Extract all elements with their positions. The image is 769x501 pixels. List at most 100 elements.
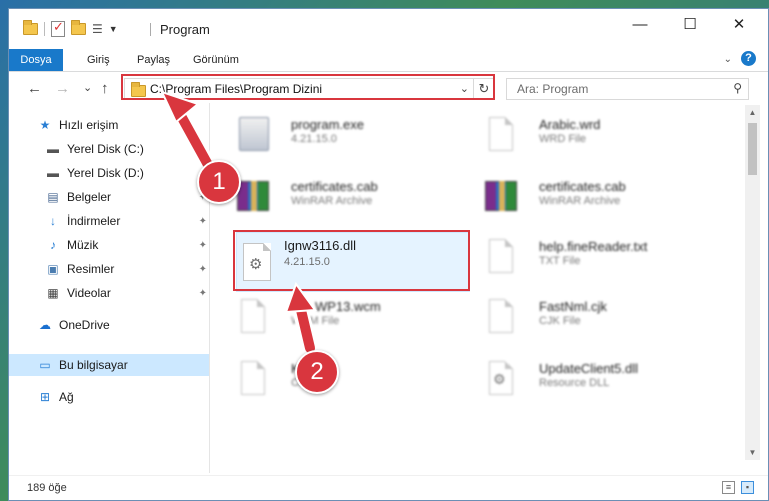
expand-ribbon-chevron-icon[interactable]: ⌄ [724,54,732,65]
file-name: Ignw3116.dll [284,238,357,253]
maximize-button[interactable]: ☐ [667,9,713,39]
network-icon: ⊞ [39,390,51,404]
sidebar-item-disk-c[interactable]: ▬ Yerel Disk (C:) ✦ [9,138,209,160]
pin-icon: ✦ [198,215,207,227]
pin-icon: ✦ [198,239,207,251]
properties-check-icon[interactable] [51,19,65,37]
sidebar-item-label: Resimler [67,262,115,276]
help-icon[interactable]: ? [741,51,756,66]
recent-locations-chevron-icon[interactable]: ⌄ [83,81,92,94]
sidebar-item-label: Yerel Disk (D:) [67,166,144,180]
pictures-icon: ▣ [47,262,59,276]
file-name: program.exe [291,117,364,132]
tab-paylas[interactable]: Paylaş [137,49,170,71]
refresh-button[interactable]: ↻ [474,78,495,100]
document-file-icon [485,115,519,155]
drive-icon: ▬ [47,166,59,180]
file-item[interactable]: program.exe 4.21.15.0 [219,109,459,163]
sidebar-item-network[interactable]: ⊞ Ağ [9,386,209,408]
file-item[interactable]: ⚙ UpdateClient5.dll Resource DLL [467,353,707,407]
file-name: certificates.cab [539,179,626,194]
ribbon-tabs: Dosya Giriş Paylaş Görünüm ⌄ ? [9,49,768,71]
sidebar-item-label: Belgeler [67,190,112,204]
file-item[interactable]: certificates.cab WinRAR Archive [467,171,707,225]
folder-icon[interactable] [23,20,38,35]
sidebar-item-label: Bu bilgisayar [59,358,128,372]
sidebar-item-documents[interactable]: ▤ Belgeler ✦ [9,186,209,208]
document-file-icon [237,359,271,399]
sidebar-item-onedrive[interactable]: ☁ OneDrive [9,314,209,336]
document-file-icon [237,297,271,337]
file-meta: WinRAR Archive [539,195,621,207]
tab-dosya[interactable]: Dosya [9,49,63,71]
minimize-button[interactable]: — [617,9,663,39]
new-folder-icon[interactable] [71,20,86,35]
file-item[interactable]: Ko CK [219,353,459,407]
documents-icon: ▤ [47,190,59,204]
tiles-view-icon[interactable]: ▪ [741,481,754,494]
computer-icon: ▭ [39,358,51,372]
title-separator [150,23,151,36]
file-meta: WCM File [291,315,340,327]
scroll-down-icon[interactable]: ▼ [745,445,760,460]
title-bar: ☰ ▼ Program — ☐ ✕ [9,9,768,47]
star-icon: ★ [39,118,51,132]
tab-gorunum[interactable]: Görünüm [193,49,239,71]
navigation-bar: ← → ⌄ ↑ C:\Program Files\Program Dizini … [9,75,768,103]
file-item[interactable]: Arabic.wrd WRD File [467,109,707,163]
sidebar-item-quick-access[interactable]: ★ Hızlı erişim [9,114,209,136]
customize-toolbar-chevron-icon[interactable]: ▼ [109,24,118,34]
pane-divider [209,103,210,473]
file-meta: 4.21.15.0 [284,256,330,268]
address-path[interactable]: C:\Program Files\Program Dizini [150,82,322,96]
tab-giris[interactable]: Giriş [87,49,110,71]
toolbar-separator [44,22,45,36]
dll-file-icon: ⚙ [485,359,519,399]
up-button[interactable]: ↑ [101,80,109,97]
sidebar-item-music[interactable]: ♪ Müzik ✦ [9,234,209,256]
file-item[interactable]: FastNml.cjk CJK File [467,291,707,345]
view-switcher: ≡ ▪ [722,481,754,494]
file-meta: CJK File [539,315,581,327]
quick-access-toolbar: ☰ ▼ [23,19,118,37]
scroll-thumb[interactable] [748,123,757,175]
gear-icon: ⚙ [249,256,263,273]
window-title: Program [160,22,210,37]
sidebar-item-label: Müzik [67,238,99,252]
status-bar: 189 öğe ≡ ▪ [9,475,768,500]
sidebar-item-videos[interactable]: ▦ Videolar ✦ [9,282,209,304]
file-item[interactable]: help.fineReader.txt TXT File [467,231,707,285]
forward-button[interactable]: → [55,80,70,97]
address-dropdown-chevron-icon[interactable]: ⌄ [460,82,469,95]
search-input[interactable] [515,81,719,97]
document-file-icon [485,297,519,337]
search-box[interactable]: ⚲ [506,78,749,100]
file-name: certificates.cab [291,179,378,194]
pin-icon: ✦ [198,143,207,155]
file-name: FastNml.cjk [539,299,607,314]
close-button[interactable]: ✕ [716,9,762,39]
sidebar-item-pictures[interactable]: ▣ Resimler ✦ [9,258,209,280]
sidebar-item-disk-d[interactable]: ▬ Yerel Disk (D:) ✦ [9,162,209,184]
back-button[interactable]: ← [27,80,42,97]
file-name: help.fineReader.txt [539,239,648,254]
properties-list-icon[interactable]: ☰ [92,22,103,36]
music-icon: ♪ [50,238,56,252]
sidebar-item-this-pc[interactable]: ▭ Bu bilgisayar [9,354,209,376]
sidebar-item-label: Yerel Disk (C:) [67,142,144,156]
navigation-pane: ★ Hızlı erişim ▬ Yerel Disk (C:) ✦ ▬ Yer… [9,109,209,474]
pin-icon: ✦ [198,287,207,299]
file-item[interactable]: WP13.wcm WCM File [219,291,459,345]
scroll-up-icon[interactable]: ▲ [745,105,760,120]
address-bar[interactable]: C:\Program Files\Program Dizini ⌄ [124,78,474,100]
file-item[interactable]: certificates.cab WinRAR Archive [219,171,459,225]
file-name: WP13.wcm [315,299,381,314]
details-view-icon[interactable]: ≡ [722,481,735,494]
target-dll-file[interactable]: ⚙ Ignw3116.dll 4.21.15.0 [236,232,470,292]
file-meta: WRD File [539,133,587,145]
sidebar-item-label: Ağ [59,390,74,404]
document-file-icon [485,237,519,277]
sidebar-item-downloads[interactable]: ↓ İndirmeler ✦ [9,210,209,232]
search-icon[interactable]: ⚲ [733,81,742,95]
vertical-scrollbar[interactable]: ▲ ▼ [745,105,760,460]
